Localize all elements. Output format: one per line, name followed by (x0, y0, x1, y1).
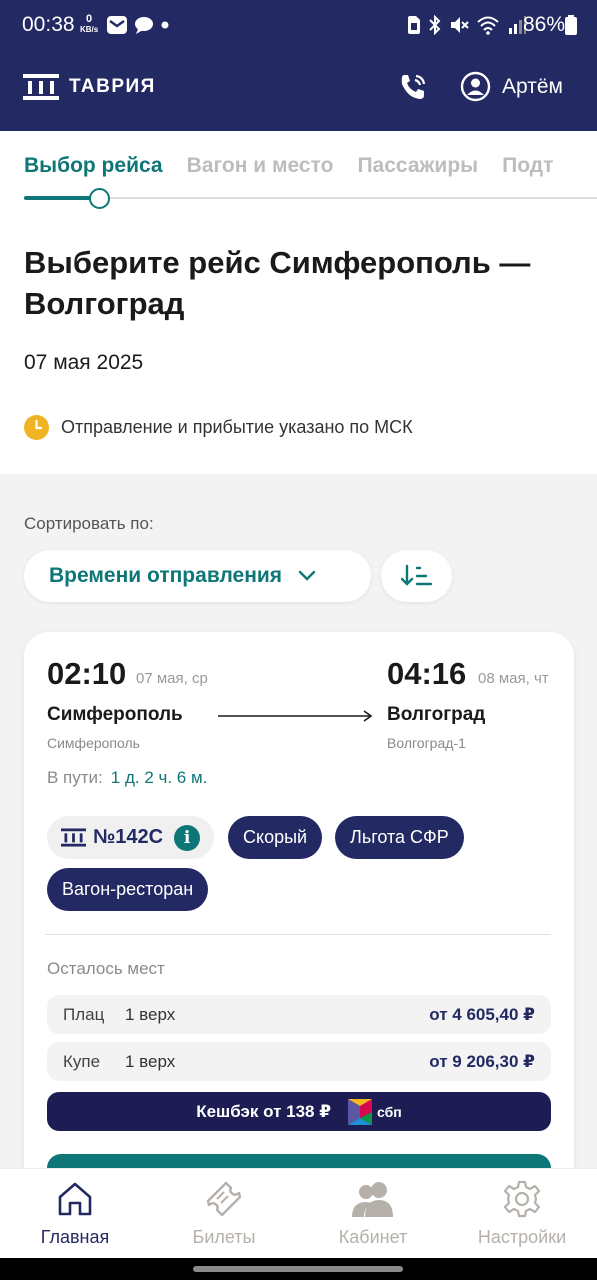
user-avatar-icon (460, 71, 491, 102)
users-icon (352, 1182, 393, 1217)
sbp-logo: сбп (347, 1098, 402, 1126)
logo-icon (23, 74, 59, 100)
seats-left-label: Осталось мест (47, 959, 165, 978)
nav-tickets[interactable]: Билеты (149, 1179, 299, 1248)
nav-settings[interactable]: Настройки (447, 1179, 597, 1248)
seat-option-kupe[interactable]: Купе 1 верх от 9 206,30 ₽ (47, 1042, 551, 1081)
route-arrow-icon (218, 710, 373, 722)
sim-icon (408, 16, 420, 34)
departure-time: 02:10 (47, 656, 127, 691)
step-confirmation[interactable]: Подт (502, 154, 553, 178)
cashback-banner[interactable]: Кешбэк от 138 ₽ сбп (47, 1092, 551, 1131)
gear-icon (503, 1180, 541, 1218)
logo-text: ТАВРИЯ (69, 76, 156, 97)
home-icon (58, 1182, 92, 1216)
page-title: Выберите рейс Симферополь — Волгоград (24, 245, 531, 321)
seat-place: 1 верх (125, 1051, 176, 1071)
step-progress-marker (89, 188, 110, 209)
sbp-text: сбп (377, 1103, 402, 1120)
chevron-down-icon (298, 570, 316, 581)
info-icon[interactable]: i (174, 824, 201, 851)
profile-button[interactable]: Артём (460, 71, 563, 102)
user-name: Артём (502, 74, 563, 98)
timezone-note: Отправление и прибытие указано по МСК (24, 415, 413, 440)
brand-logo[interactable]: ТАВРИЯ (23, 74, 156, 100)
departure-city: Симферополь (47, 704, 183, 725)
train-number: №142С (93, 826, 164, 848)
seat-class: Купе (63, 1051, 101, 1071)
arrival-date: 08 мая, чт (478, 670, 549, 687)
step-passengers[interactable]: Пассажиры (357, 154, 478, 178)
sort-selected-value: Времени отправления (49, 564, 283, 587)
departure-station: Симферополь (47, 735, 140, 751)
step-select-trip[interactable]: Выбор рейса (24, 154, 163, 178)
wifi-icon (477, 16, 499, 35)
nav-home-label: Главная (40, 1227, 110, 1247)
trip-date: 07 мая 2025 (24, 351, 144, 374)
travel-duration: В пути: 1 д. 2 ч. 6 м. (47, 768, 208, 787)
booking-steps: Выбор рейса Вагон и место Пассажиры Подт (24, 154, 553, 178)
sort-order-button[interactable] (381, 550, 452, 602)
seat-price: от 9 206,30 ₽ (429, 1051, 535, 1071)
seat-place: 1 верх (125, 1004, 176, 1024)
sort-dropdown[interactable]: Времени отправления (24, 550, 371, 602)
seat-price: от 4 605,40 ₽ (429, 1004, 535, 1024)
status-time: 00:38 (22, 13, 75, 36)
travel-duration-value: 1 д. 2 ч. 6 м. (110, 768, 208, 787)
departure-date: 07 мая, ср (136, 670, 208, 687)
cashback-text: Кешбэк от 138 ₽ (196, 1101, 332, 1121)
status-bar: 00:38 0 KB/s 86% (0, 0, 597, 52)
arrival-city: Волгоград (387, 704, 486, 725)
clock-icon (24, 415, 49, 440)
home-gesture-handle[interactable] (193, 1266, 403, 1272)
phone-call-icon[interactable] (398, 72, 428, 102)
mail-icon (107, 16, 127, 34)
sort-order-icon (400, 564, 432, 586)
train-logo-icon (61, 828, 86, 847)
dot-icon (161, 21, 169, 29)
battery-icon (565, 15, 577, 35)
nav-settings-label: Настройки (477, 1227, 567, 1247)
trip-card[interactable]: 02:10 07 мая, ср 04:16 08 мая, чт Симфер… (24, 632, 574, 1232)
mute-icon (451, 17, 469, 33)
app-header: ТАВРИЯ Артём (0, 52, 597, 131)
timezone-note-text: Отправление и прибытие указано по МСК (61, 417, 413, 437)
step-car-and-seat[interactable]: Вагон и место (187, 154, 334, 178)
nav-home[interactable]: Главная (0, 1179, 150, 1248)
train-number-chip[interactable]: №142С i (47, 816, 215, 859)
bluetooth-icon (429, 15, 441, 35)
bottom-navigation: Главная Билеты Кабинет Настройки (0, 1168, 597, 1258)
sort-label: Сортировать по: (24, 514, 154, 533)
tag-express: Скорый (228, 816, 323, 859)
nav-account[interactable]: Кабинет (298, 1179, 448, 1248)
notification-icons (106, 15, 170, 35)
card-divider (45, 934, 551, 935)
sbp-logo-icon (348, 1098, 373, 1125)
tag-sfr-benefit: Льгота СФР (335, 816, 464, 859)
tag-dining-car: Вагон-ресторан (47, 868, 209, 911)
seat-option-platzkart[interactable]: Плац 1 верх от 4 605,40 ₽ (47, 995, 551, 1034)
chat-icon (135, 16, 153, 34)
nav-account-label: Кабинет (338, 1227, 408, 1247)
battery-percent: 86% (522, 13, 565, 36)
nav-tickets-label: Билеты (192, 1227, 256, 1247)
system-icons (407, 15, 527, 35)
step-progress-fill (24, 196, 92, 200)
arrival-station: Волгоград-1 (387, 735, 466, 751)
seat-class: Плац (63, 1004, 105, 1024)
network-speed: 0 KB/s (80, 13, 99, 35)
arrival-time: 04:16 (387, 656, 467, 691)
ticket-icon (206, 1181, 242, 1217)
